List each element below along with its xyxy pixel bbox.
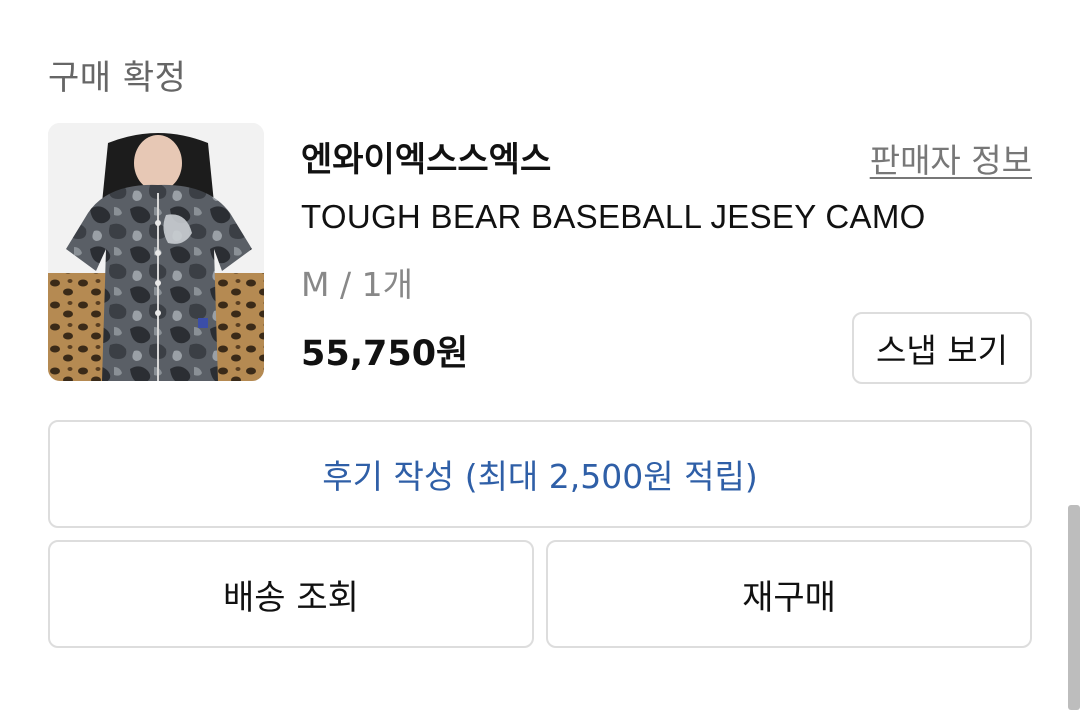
seller-info-link[interactable]: 판매자 정보 [870,134,1032,182]
product-thumbnail[interactable] [48,123,264,381]
scrollbar[interactable] [1068,505,1080,710]
product-price: 55,750원 [301,334,469,374]
order-card: 구매 확정 엔와이엑스스엑스 판매자 정보 TOUGH BEAR BASEBAL… [0,0,1080,710]
order-status-title: 구매 확정 [48,58,187,98]
seller-name: 엔와이엑스스엑스 [301,140,552,180]
track-shipping-button[interactable]: 배송 조회 [48,540,534,648]
product-name: TOUGH BEAR BASEBALL JESEY CAMO [301,198,926,235]
rebuy-button[interactable]: 재구매 [546,540,1032,648]
snap-view-button[interactable]: 스냅 보기 [852,312,1032,384]
product-option: M / 1개 [301,265,413,304]
write-review-button[interactable]: 후기 작성 (최대 2,500원 적립) [48,420,1032,528]
